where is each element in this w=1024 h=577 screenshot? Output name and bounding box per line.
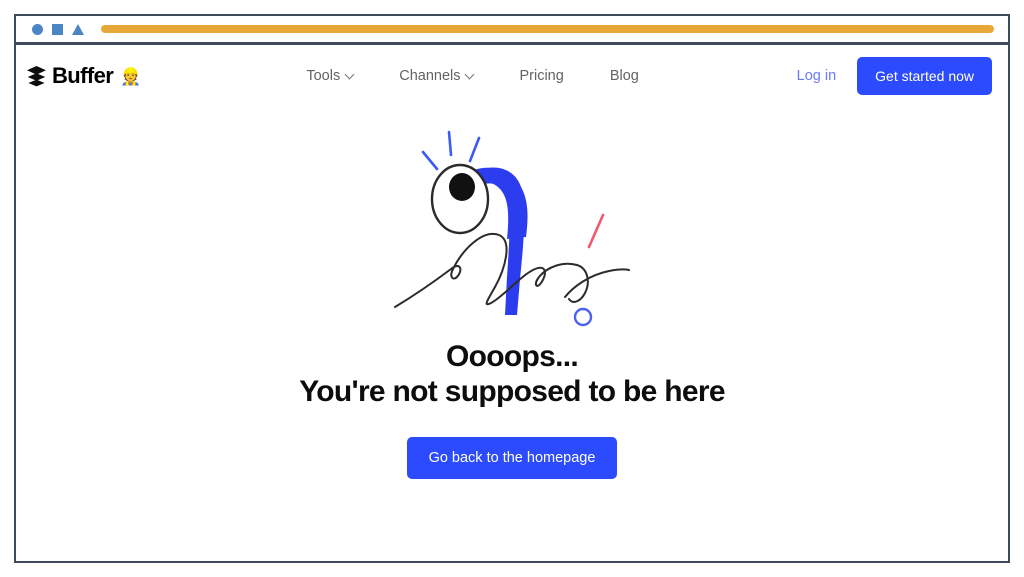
- nav-item-tools[interactable]: Tools: [306, 68, 355, 84]
- worm-pupil: [449, 173, 475, 201]
- square-shape-icon[interactable]: [52, 23, 63, 35]
- site-header: Buffer 👷 Tools Channels Pricing Blog Log…: [16, 45, 1008, 107]
- nav-item-label: Pricing: [519, 68, 564, 84]
- brand-name: Buffer: [52, 63, 114, 88]
- nav-item-blog[interactable]: Blog: [610, 68, 639, 84]
- browser-toolbar: [16, 16, 1008, 45]
- page-viewport: Buffer 👷 Tools Channels Pricing Blog Log…: [16, 45, 1008, 561]
- construction-worker-emoji-icon: 👷: [120, 66, 142, 86]
- error-headline: Oooops... You're not supposed to be here: [299, 340, 725, 410]
- sparkle-lines-icon: [421, 130, 481, 171]
- stacked-layers-icon: [27, 66, 46, 87]
- headline-line-1: Oooops...: [445, 340, 579, 373]
- blue-circle-accent: [573, 307, 593, 327]
- nav-item-pricing[interactable]: Pricing: [519, 68, 563, 84]
- nav-item-label: Blog: [609, 68, 639, 84]
- main-navigation: Tools Channels Pricing Blog: [306, 68, 638, 84]
- address-bar[interactable]: [101, 25, 994, 33]
- nav-item-channels[interactable]: Channels: [399, 68, 475, 84]
- header-actions: Log in Get started now: [797, 57, 992, 95]
- confused-worm-illustration: [394, 130, 630, 327]
- get-started-button[interactable]: Get started now: [857, 57, 992, 95]
- go-home-button[interactable]: Go back to the homepage: [406, 436, 618, 479]
- chevron-down-icon: [465, 69, 475, 79]
- login-link[interactable]: Log in: [797, 68, 837, 84]
- chevron-down-icon: [344, 69, 355, 79]
- brand-logo[interactable]: Buffer 👷: [26, 65, 141, 87]
- nav-item-label: Channels: [399, 68, 461, 84]
- error-hero: Oooops... You're not supposed to be here…: [16, 107, 1008, 479]
- triangle-shape-icon[interactable]: [72, 23, 84, 35]
- headline-line-2: You're not supposed to be here: [299, 374, 725, 408]
- toolbar-shape-group: [32, 23, 84, 35]
- browser-window: Buffer 👷 Tools Channels Pricing Blog Log…: [14, 14, 1010, 563]
- red-accent-line: [587, 213, 605, 249]
- nav-item-label: Tools: [306, 68, 341, 84]
- circle-shape-icon[interactable]: [32, 23, 43, 35]
